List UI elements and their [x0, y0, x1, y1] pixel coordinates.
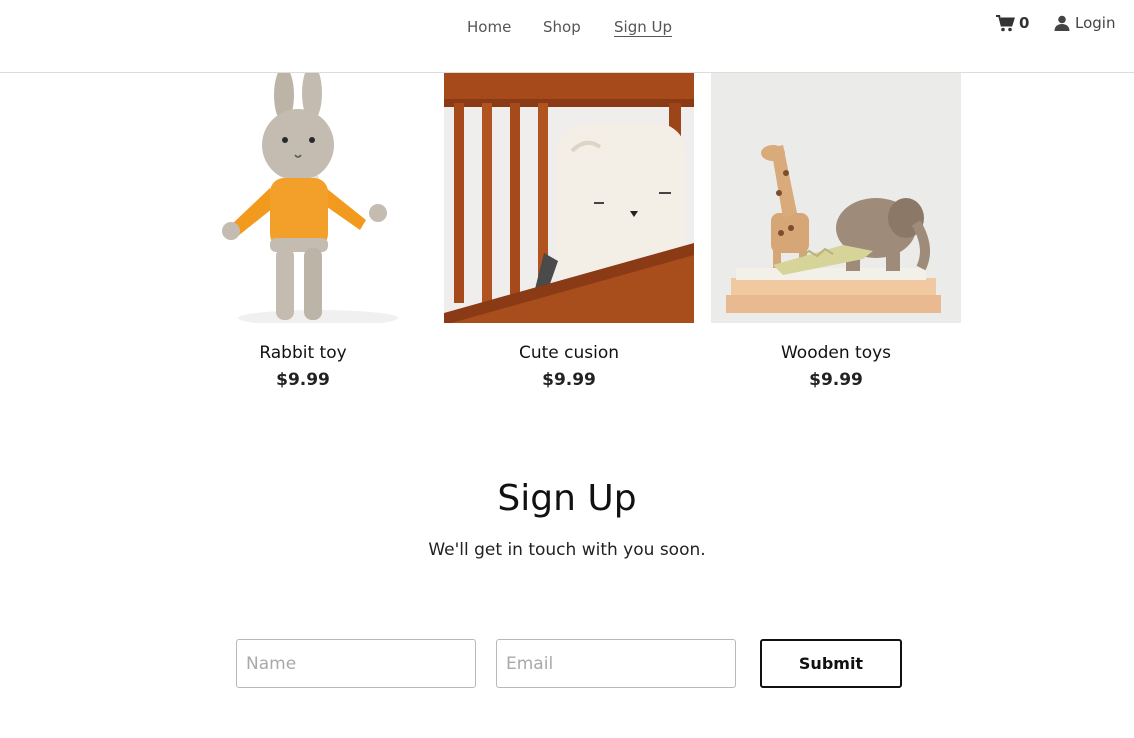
- product-card-cute-cusion[interactable]: Cute cusion $9.99: [444, 73, 694, 390]
- wooden-toys-image: [711, 73, 961, 323]
- top-navigation-bar: Home Shop Sign Up 0 Login: [0, 0, 1134, 73]
- product-price: $9.99: [809, 370, 863, 390]
- user-icon: [1054, 15, 1070, 31]
- nav-link-sign-up[interactable]: Sign Up: [614, 18, 672, 36]
- product-name[interactable]: Cute cusion: [444, 343, 694, 363]
- nav-link-shop[interactable]: Shop: [543, 18, 581, 36]
- cart-button[interactable]: 0: [996, 13, 1029, 33]
- nav-link-home[interactable]: Home: [467, 18, 511, 36]
- email-input[interactable]: [496, 639, 736, 688]
- product-price: $9.99: [276, 370, 330, 390]
- product-card-rabbit-toy[interactable]: Rabbit toy $9.99: [178, 73, 428, 390]
- rabbit-toy-image: [178, 73, 428, 323]
- cart-count: 0: [1019, 14, 1030, 32]
- cute-cusion-image: [444, 73, 694, 323]
- submit-button[interactable]: Submit: [760, 639, 902, 688]
- signup-subtitle: We'll get in touch with you soon.: [428, 540, 706, 560]
- product-name[interactable]: Wooden toys: [711, 343, 961, 363]
- product-card-wooden-toys[interactable]: Wooden toys $9.99: [711, 73, 961, 390]
- product-price: $9.99: [542, 370, 596, 390]
- signup-title: Sign Up: [497, 478, 637, 519]
- login-label: Login: [1075, 14, 1116, 32]
- name-input[interactable]: [236, 639, 476, 688]
- product-name[interactable]: Rabbit toy: [178, 343, 428, 363]
- login-button[interactable]: Login: [1054, 13, 1115, 33]
- shopping-cart-icon: [996, 14, 1015, 31]
